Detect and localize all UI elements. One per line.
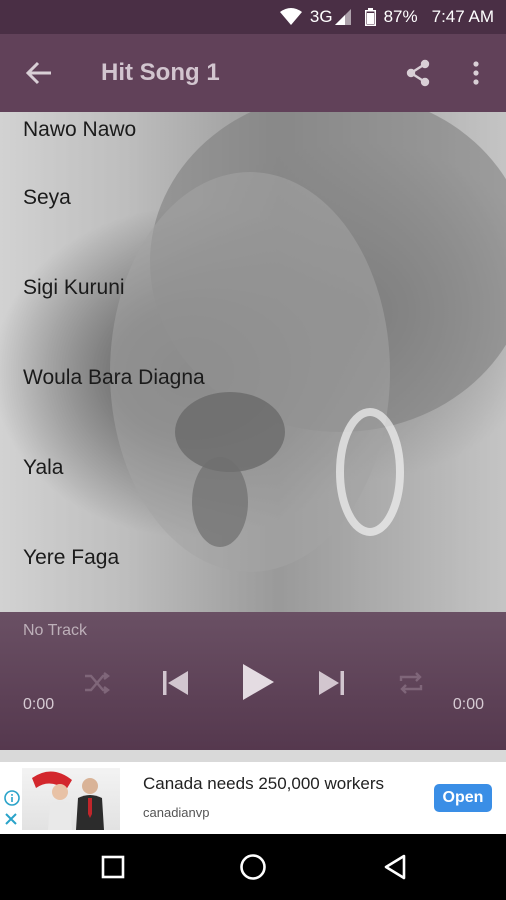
page-title: Hit Song 1 [101, 59, 220, 86]
ad-image [22, 768, 120, 830]
ad-open-button[interactable]: Open [434, 784, 492, 812]
network-type-label: 3G [309, 7, 333, 26]
repeat-icon[interactable] [394, 666, 428, 700]
app-bar: Hit Song 1 [0, 34, 506, 112]
track-item[interactable]: Seya [0, 153, 506, 243]
more-vert-icon[interactable] [454, 51, 498, 95]
status-bar: 3G 87% 7:47 AM [0, 0, 506, 34]
now-playing-label: No Track [23, 622, 88, 639]
track-item[interactable]: Sigi Kuruni [0, 243, 506, 333]
track-item[interactable]: Yala [0, 423, 506, 513]
ad-title: Canada needs 250,000 workers [143, 774, 384, 793]
battery-icon [364, 8, 376, 26]
track-item[interactable]: Woula Bara Diagna [0, 333, 506, 423]
ad-close-icon[interactable] [4, 812, 18, 831]
system-nav-bar [0, 834, 506, 900]
back-arrow-icon[interactable] [19, 53, 59, 93]
track-list-area: Nawo Nawo Seya Sigi Kuruni Woula Bara Di… [0, 112, 506, 612]
back-icon[interactable] [378, 850, 412, 884]
track-list: Nawo Nawo Seya Sigi Kuruni Woula Bara Di… [0, 112, 506, 603]
duration-time: 0:00 [452, 696, 484, 713]
track-item[interactable]: Yere Faga [0, 513, 506, 603]
ad-banner[interactable]: Canada needs 250,000 workers canadianvp … [0, 762, 506, 834]
signal-icon [334, 9, 351, 25]
clock: 7:47 AM [431, 7, 494, 26]
track-item[interactable]: Nawo Nawo [0, 112, 506, 153]
elapsed-time: 0:00 [23, 696, 55, 713]
share-icon[interactable] [396, 51, 440, 95]
ad-info-icon[interactable] [4, 790, 20, 811]
recent-apps-icon[interactable] [96, 850, 130, 884]
player-panel: No Track 0:00 0:00 [0, 612, 506, 750]
ad-divider [0, 750, 506, 762]
skip-next-icon[interactable] [313, 664, 351, 702]
play-icon[interactable] [236, 660, 280, 704]
ad-advertiser: canadianvp [143, 805, 210, 820]
skip-previous-icon[interactable] [156, 664, 194, 702]
battery-level: 87% [383, 7, 418, 26]
shuffle-icon[interactable] [80, 666, 114, 700]
home-icon[interactable] [236, 850, 270, 884]
wifi-icon [279, 8, 302, 26]
